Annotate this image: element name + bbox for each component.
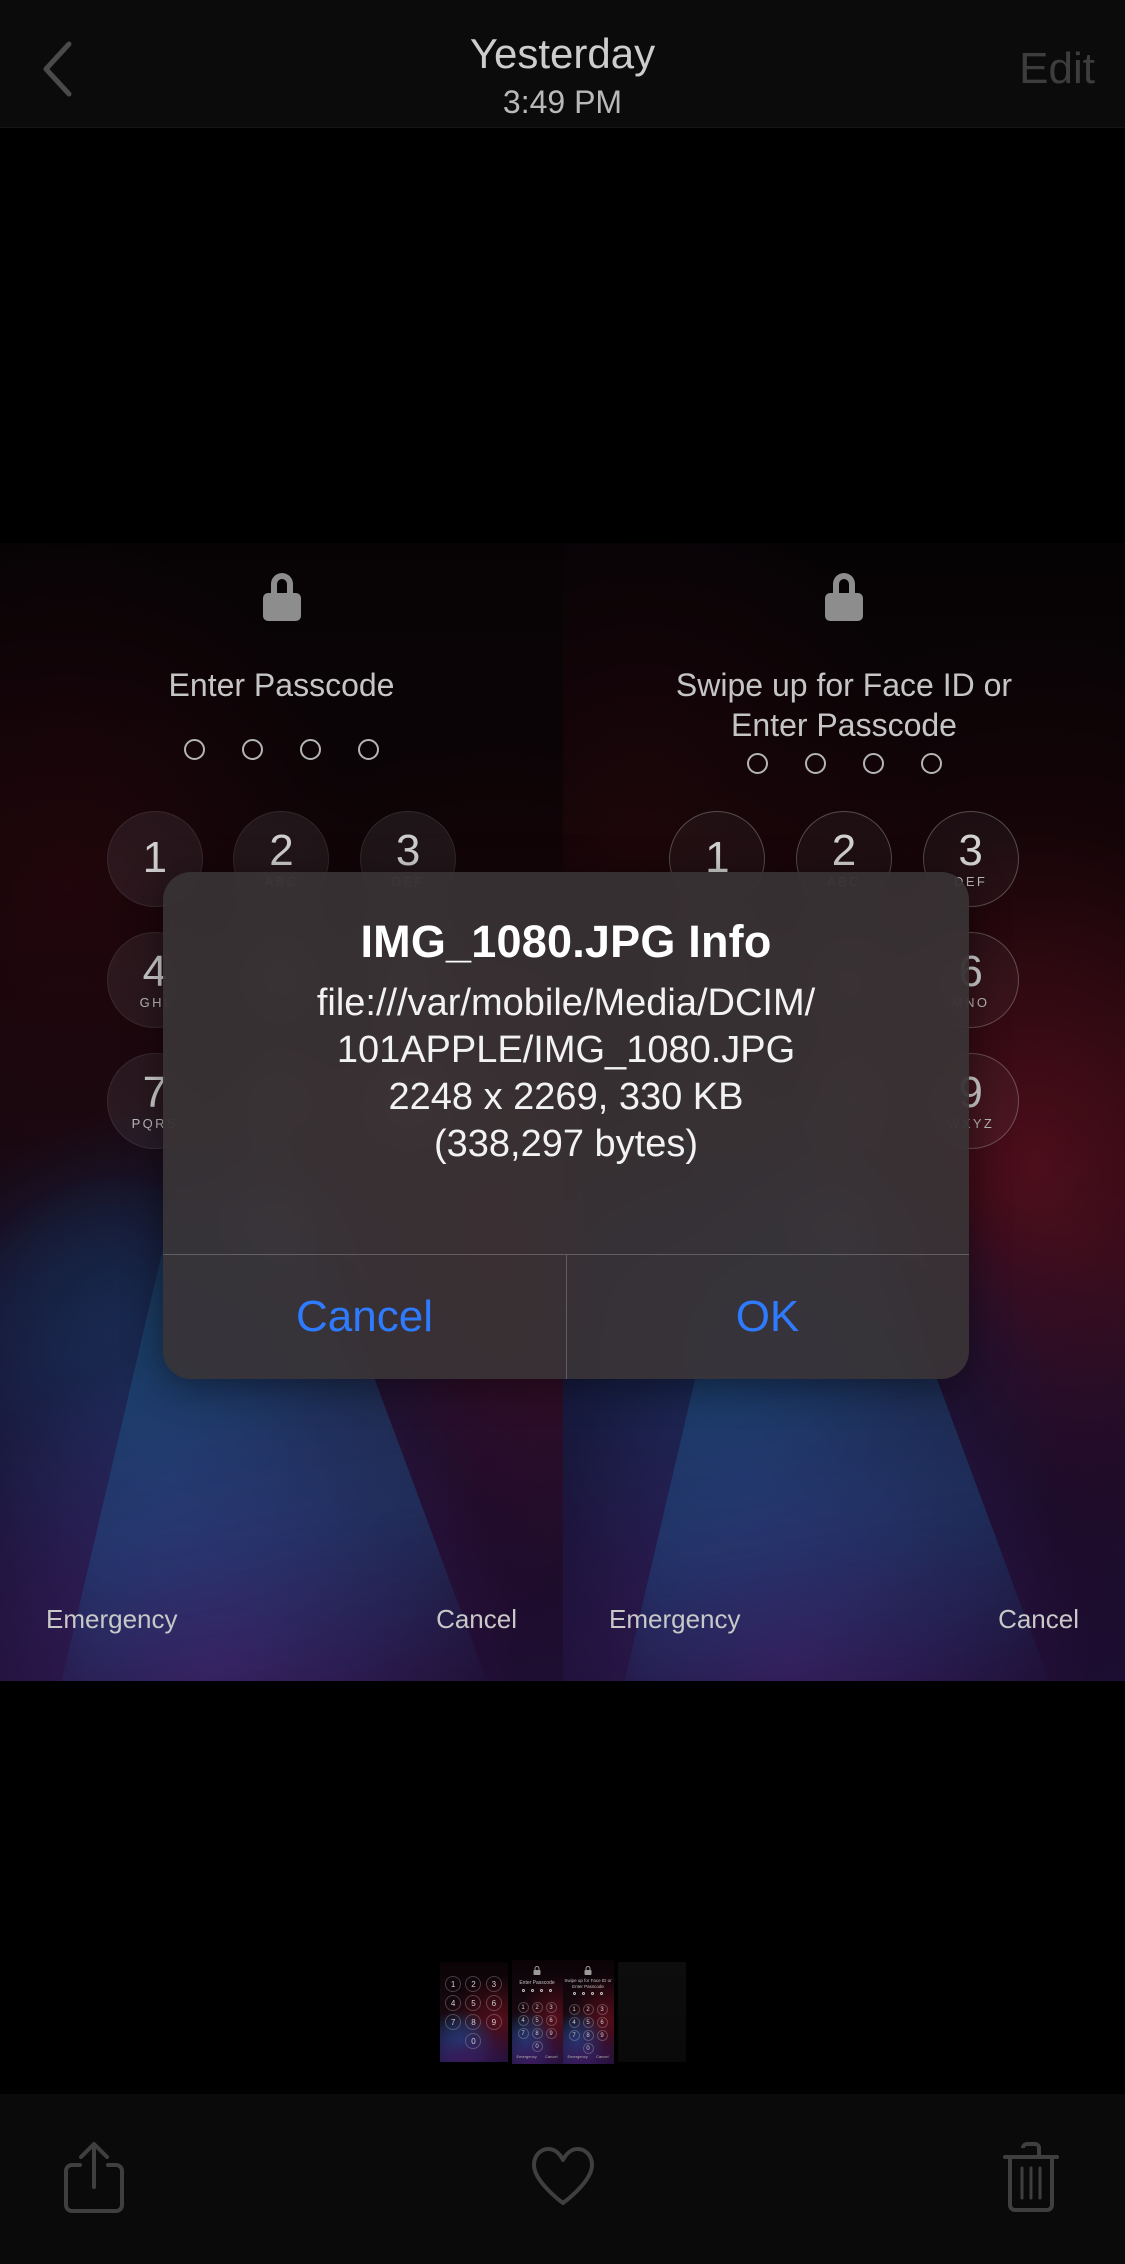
dialog-message-line: file:///var/mobile/Media/DCIM/	[316, 982, 816, 1024]
thumbnail-image: 1 2 3 4 5 6 7 8 9 0	[439, 1962, 508, 2062]
dialog-body: IMG_1080.JPG Info file:///var/mobile/Med…	[163, 872, 969, 1168]
dialog-cancel-button[interactable]: Cancel	[163, 1255, 566, 1379]
favorite-button[interactable]	[515, 2131, 611, 2227]
dialog-ok-button[interactable]: OK	[566, 1255, 969, 1379]
heart-icon	[529, 2145, 597, 2214]
dialog-message-line: 101APPLE/IMG_1080.JPG	[336, 1029, 796, 1071]
thumbnail-next[interactable]	[617, 1962, 686, 2062]
image-info-dialog: IMG_1080.JPG Info file:///var/mobile/Med…	[163, 872, 969, 1379]
photo-toolbar	[0, 2094, 1125, 2264]
dialog-vertical-divider	[566, 1255, 567, 1379]
trash-icon	[1001, 2140, 1061, 2219]
thumbnail-image: Enter Passcode 1 2 3 4 5 6 7 8 9 0 Emerg…	[511, 1960, 614, 2064]
thumbnail-previous[interactable]: 1 2 3 4 5 6 7 8 9 0	[439, 1962, 508, 2062]
thumbnail-selected[interactable]: Enter Passcode 1 2 3 4 5 6 7 8 9 0 Emerg…	[511, 1960, 614, 2064]
delete-button[interactable]	[983, 2131, 1079, 2227]
dialog-title: IMG_1080.JPG Info	[360, 916, 772, 967]
dialog-message-line: (338,297 bytes)	[433, 1123, 699, 1165]
dialog-message-line: 2248 x 2269, 330 KB	[388, 1076, 744, 1118]
photo-viewer-screen: Yesterday 3:49 PM Edit Enter Passcode 1 …	[0, 0, 1125, 2264]
dialog-message: file:///var/mobile/Media/DCIM/ 101APPLE/…	[199, 980, 933, 1168]
thumbnail-image	[617, 1962, 686, 2062]
photo-filmstrip[interactable]: 1 2 3 4 5 6 7 8 9 0 Enter Passcode 1 2 3…	[0, 1960, 1125, 2064]
share-icon	[62, 2139, 126, 2220]
share-button[interactable]	[46, 2131, 142, 2227]
